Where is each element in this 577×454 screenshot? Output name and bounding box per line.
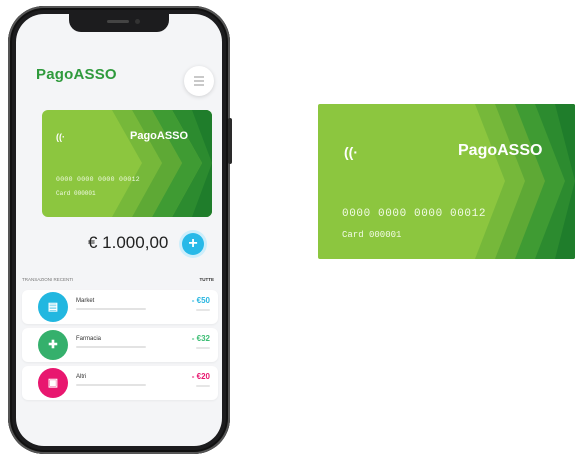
card-stripes <box>475 104 575 259</box>
card-brand: PagoASSO <box>458 142 543 159</box>
standalone-card: ((· PagoASSO 0000 0000 0000 00012 Card 0… <box>318 104 575 259</box>
contactless-icon: ((· <box>56 132 65 142</box>
transaction-name: Altri <box>76 374 87 380</box>
shop-icon: ▤ <box>38 292 68 322</box>
transaction-description <box>76 308 146 310</box>
power-button <box>228 118 232 164</box>
card-stripes <box>112 110 212 217</box>
phone-mockup: PagoASSO ((· PagoASSO 0000 0000 0000 000… <box>8 6 232 454</box>
speaker-icon <box>107 20 129 23</box>
hamburger-icon <box>194 76 204 78</box>
transaction-description <box>76 346 146 348</box>
balance-amount: € 1.000,00 <box>88 233 169 252</box>
transaction-amount: - €50 <box>191 296 210 305</box>
pharmacy-cross-icon: ✚ <box>38 330 68 360</box>
add-funds-button[interactable]: + <box>182 233 204 255</box>
transaction-date <box>196 347 210 349</box>
menu-button[interactable] <box>184 66 214 96</box>
card-brand: PagoASSO <box>130 130 189 142</box>
phone-screen: PagoASSO ((· PagoASSO 0000 0000 0000 000… <box>16 14 222 446</box>
hamburger-icon-line <box>194 80 204 82</box>
card-id: Card 000001 <box>342 230 402 240</box>
contactless-icon: ((· <box>344 144 358 160</box>
card-number: 0000 0000 0000 00012 <box>342 208 487 220</box>
transaction-date <box>196 385 210 387</box>
app-logo: PagoASSO <box>36 66 117 83</box>
payment-card[interactable]: ((· PagoASSO 0000 0000 0000 00012 Card 0… <box>42 110 212 217</box>
camera-icon <box>135 19 140 24</box>
transactions-header: TRANSAZIONI RECENTI TUTTE <box>22 277 218 282</box>
other-icon: ▣ <box>38 368 68 398</box>
hamburger-icon-line <box>194 84 204 86</box>
transaction-amount: - €32 <box>191 334 210 343</box>
transaction-description <box>76 384 146 386</box>
transaction-date <box>196 309 210 311</box>
see-all-link[interactable]: TUTTE <box>200 277 215 282</box>
phone-notch <box>69 14 169 32</box>
transaction-name: Market <box>76 298 95 304</box>
transaction-item[interactable]: ▤ Market - €50 <box>22 290 218 324</box>
transaction-item[interactable]: ▣ Altri - €20 <box>22 366 218 400</box>
transaction-amount: - €20 <box>191 372 210 381</box>
transaction-name: Farmacia <box>76 336 102 342</box>
transaction-item[interactable]: ✚ Farmacia - €32 <box>22 328 218 362</box>
card-number: 0000 0000 0000 00012 <box>56 176 141 183</box>
card-id: Card 000001 <box>56 190 96 197</box>
transactions-title: TRANSAZIONI RECENTI <box>22 277 74 282</box>
